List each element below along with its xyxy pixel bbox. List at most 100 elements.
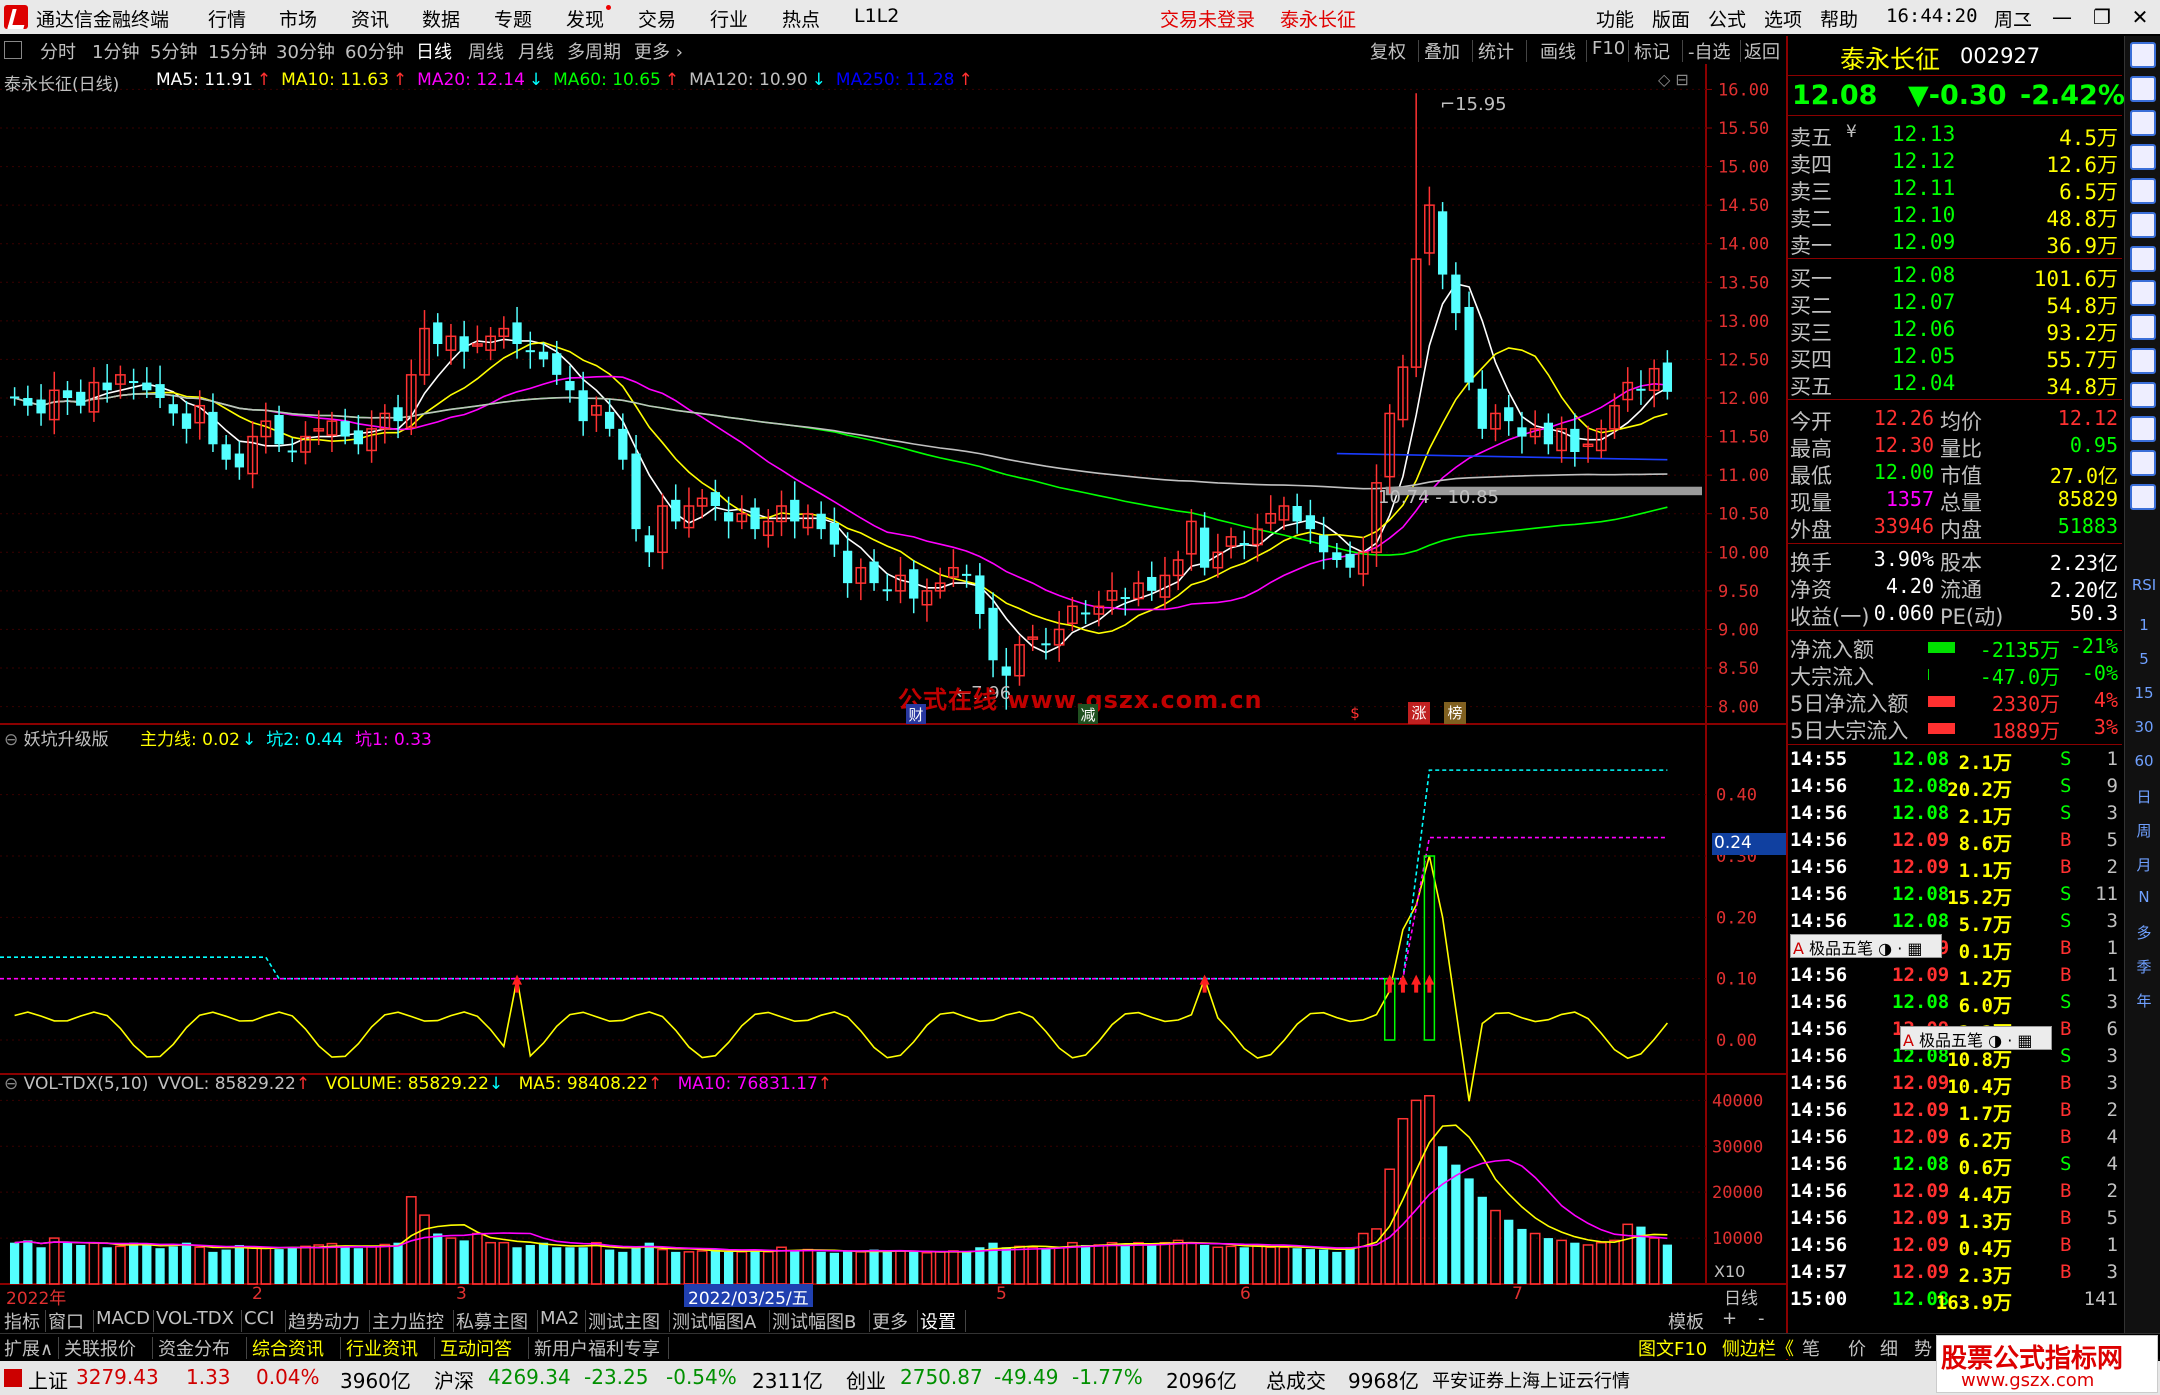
info-tab[interactable]: 综合资讯: [252, 1335, 324, 1361]
side-period-10[interactable]: 多: [2131, 922, 2157, 943]
period-more[interactable]: 更多 ›: [634, 38, 683, 64]
side-period-0[interactable]: RSI: [2131, 576, 2157, 594]
expand-icon[interactable]: [2130, 42, 2156, 68]
chart-settings-icon[interactable]: ◇ ⊟: [1658, 70, 1689, 89]
indicator-tab[interactable]: 测试幅图A: [672, 1308, 756, 1334]
menu-item-gongneng[interactable]: 功能: [1596, 5, 1634, 32]
side-period-12[interactable]: 年: [2131, 990, 2157, 1011]
bid-row[interactable]: 买一 12.08 101.6万: [1788, 263, 2122, 291]
menu-item-hangye[interactable]: 行业: [710, 5, 748, 32]
diejia-button[interactable]: 叠加: [1424, 38, 1460, 64]
f10-button[interactable]: F10: [1592, 38, 1625, 59]
info-right-tab[interactable]: 价: [1848, 1335, 1866, 1361]
news-icon[interactable]: [2130, 348, 2156, 374]
biaoji-button[interactable]: 标记: [1634, 38, 1670, 64]
menu-item-hangqing[interactable]: 行情: [208, 5, 246, 32]
indicator-tab[interactable]: MA2: [540, 1308, 579, 1329]
info-tab[interactable]: 资金分布: [158, 1335, 230, 1361]
indicator-tab[interactable]: CCI: [244, 1308, 274, 1329]
calendar-icon[interactable]: [2130, 144, 2156, 170]
menu-item-faxian[interactable]: 发现: [566, 5, 612, 32]
bid-row[interactable]: 买四 12.05 55.7万: [1788, 344, 2122, 372]
side-period-9[interactable]: N: [2131, 888, 2157, 906]
cy-index-label[interactable]: 创业: [846, 1365, 886, 1394]
side-period-5[interactable]: 60: [2131, 752, 2157, 770]
ask-row[interactable]: 卖二 12.10 48.8万: [1788, 203, 2122, 231]
menu-item-banmian[interactable]: 版面: [1652, 5, 1690, 32]
bid-row[interactable]: 买三 12.06 93.2万: [1788, 317, 2122, 345]
bars-icon[interactable]: [2130, 246, 2156, 272]
chart-icon[interactable]: [2130, 212, 2156, 238]
menu-item-redian[interactable]: 热点: [782, 5, 820, 32]
bid-row[interactable]: 买二 12.07 54.8万: [1788, 290, 2122, 318]
panel-toggle-icon[interactable]: [4, 41, 22, 59]
fuquan-button[interactable]: 复权: [1370, 38, 1406, 64]
info-right-tab[interactable]: 细: [1880, 1335, 1898, 1361]
template-button[interactable]: 模板: [1668, 1308, 1704, 1334]
tongji-button[interactable]: 统计: [1478, 38, 1514, 64]
bid-row[interactable]: 买五 12.04 34.8万: [1788, 371, 2122, 399]
sh-index-label[interactable]: 上证: [28, 1365, 68, 1394]
side-period-11[interactable]: 季: [2131, 956, 2157, 977]
ask-row[interactable]: 卖四 12.12 12.6万: [1788, 149, 2122, 177]
side-period-8[interactable]: 月: [2131, 854, 2157, 875]
menu-item-gongshi[interactable]: 公式: [1708, 5, 1746, 32]
period-60min[interactable]: 60分钟: [345, 38, 404, 64]
indicator-tab[interactable]: 趋势动力: [288, 1308, 360, 1334]
menu-item-shichang[interactable]: 市场: [279, 5, 317, 32]
menu-item-bangzhu[interactable]: 帮助: [1820, 5, 1858, 32]
ask-row[interactable]: 卖一 12.09 36.9万: [1788, 230, 2122, 258]
indicator-tab[interactable]: 测试主图: [588, 1308, 660, 1334]
period-fenshi[interactable]: 分时: [40, 38, 76, 64]
indicator-tab[interactable]: 测试幅图B: [772, 1308, 856, 1334]
ime-popup-2[interactable]: A 极品五笔 ◑ · ▦: [1900, 1026, 2052, 1050]
indicator-toggle-icon[interactable]: ⊖: [4, 730, 18, 750]
huaxian-button[interactable]: 画线: [1540, 38, 1576, 64]
grid-icon[interactable]: [2130, 178, 2156, 204]
indicator-tab[interactable]: 指标: [4, 1308, 40, 1334]
period-daily[interactable]: 日线: [416, 38, 452, 64]
period-weekly[interactable]: 周线: [468, 38, 504, 64]
target-icon[interactable]: [2130, 450, 2156, 476]
period-1min[interactable]: 1分钟: [92, 38, 139, 64]
side-period-1[interactable]: 1: [2131, 616, 2157, 634]
period-30min[interactable]: 30分钟: [276, 38, 335, 64]
table-icon[interactable]: [2130, 382, 2156, 408]
up-arrow-icon[interactable]: [2130, 110, 2156, 136]
menu-item-jiaoyi[interactable]: 交易: [638, 5, 676, 32]
marker-jian[interactable]: 减: [1078, 704, 1098, 724]
f10-icon[interactable]: [2130, 314, 2156, 340]
side-period-4[interactable]: 30: [2131, 718, 2157, 736]
side-period-7[interactable]: 周: [2131, 820, 2157, 841]
ask-row[interactable]: 卖三 12.11 6.5万: [1788, 176, 2122, 204]
remove-panel-button[interactable]: -: [1758, 1308, 1765, 1329]
indicator-tab[interactable]: 私募主图: [456, 1308, 528, 1334]
up-arrow-icon[interactable]: [2130, 76, 2156, 102]
menu-item-zhuanti[interactable]: 专题: [494, 5, 532, 32]
indicator-tab[interactable]: 主力监控: [372, 1308, 444, 1334]
side-period-2[interactable]: 5: [2131, 650, 2157, 668]
period-5min[interactable]: 5分钟: [150, 38, 197, 64]
kline-chart-area[interactable]: 16.00 15.50 15.00 14.50 14.00 13.50 13.00 12.50…: [0, 64, 1786, 1307]
close-icon[interactable]: ✕: [2124, 3, 2156, 31]
info-tab[interactable]: 新用户福利专享: [534, 1335, 660, 1361]
menu-item-zixun[interactable]: 资讯: [351, 5, 389, 32]
indicator-tab[interactable]: 设置: [920, 1308, 956, 1334]
indicator-tab[interactable]: MACD: [96, 1308, 150, 1329]
period-multi[interactable]: 多周期: [567, 38, 621, 64]
minimize-icon[interactable]: —: [2046, 3, 2078, 31]
info-tab[interactable]: 行业资讯: [346, 1335, 418, 1361]
info-right-tab[interactable]: 图文F10: [1638, 1335, 1707, 1361]
side-period-6[interactable]: 日: [2131, 786, 2157, 807]
volume-toggle-icon[interactable]: ⊖: [4, 1074, 18, 1094]
hierarchy-icon[interactable]: [2130, 416, 2156, 442]
ime-popup[interactable]: A 极品五笔 ◑ · ▦: [1790, 934, 1942, 958]
info-tab[interactable]: 互动问答: [440, 1335, 512, 1361]
ask-row[interactable]: 卖五 ¥12.13 4.5万: [1788, 122, 2122, 150]
menu-item-shuju[interactable]: 数据: [422, 5, 460, 32]
side-period-3[interactable]: 15: [2131, 684, 2157, 702]
hs-index-label[interactable]: 沪深: [434, 1365, 474, 1394]
add-panel-button[interactable]: +: [1722, 1308, 1737, 1329]
period-15min[interactable]: 15分钟: [208, 38, 267, 64]
marker-zhang[interactable]: 涨: [1408, 702, 1430, 724]
